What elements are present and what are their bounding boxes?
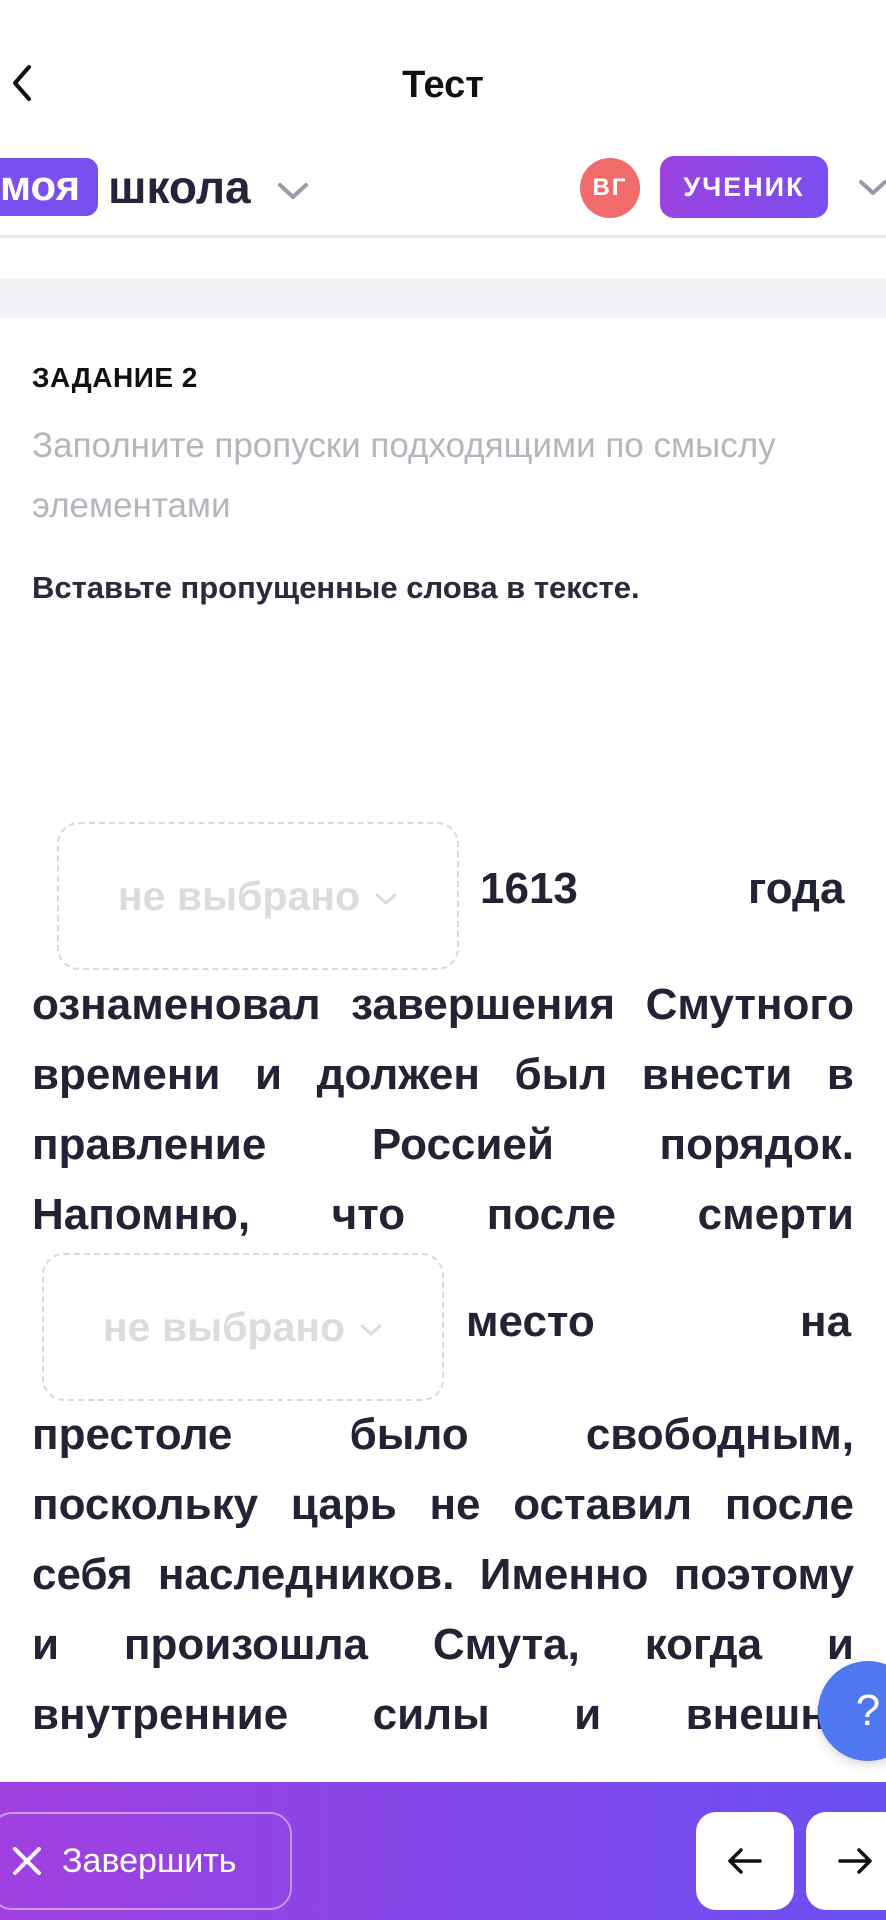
text-line: Напомню, что после смерти <box>32 1190 854 1240</box>
word: когда <box>644 1620 763 1669</box>
avatar[interactable]: ВГ <box>580 158 640 218</box>
text-line: себя наследников. Именно поэтому <box>32 1550 854 1600</box>
word: оставил <box>513 1480 693 1529</box>
word: на <box>800 1297 852 1346</box>
word: и <box>826 1620 854 1669</box>
word: в <box>826 1050 854 1099</box>
help-icon: ? <box>855 1686 881 1735</box>
word: силы <box>372 1690 490 1739</box>
role-badge[interactable]: УЧЕНИК <box>660 156 828 218</box>
word: место <box>466 1297 595 1346</box>
top-bar: Тест <box>0 0 886 150</box>
word: внутренние <box>32 1690 289 1739</box>
word: завершения <box>351 980 616 1029</box>
word: порядок. <box>659 1120 854 1169</box>
text-line: и произошла Смута, когда и <box>32 1620 854 1670</box>
word: 1613 <box>480 864 578 913</box>
word: и <box>255 1050 283 1099</box>
finish-button[interactable]: Завершить <box>0 1812 292 1910</box>
chevron-down-icon <box>375 893 397 905</box>
word: поскольку <box>32 1480 259 1529</box>
text-line: времени и должен был внести в <box>32 1050 854 1100</box>
word: поэтому <box>673 1550 854 1599</box>
word: и <box>32 1620 60 1669</box>
blank-dropdown-2[interactable]: не выбрано <box>42 1253 444 1401</box>
text-line: престоле было свободным, <box>32 1410 854 1460</box>
word: времени <box>32 1050 221 1099</box>
word: года <box>748 864 845 913</box>
word: Смутного <box>645 980 854 1029</box>
word: Россией <box>371 1120 554 1169</box>
word: что <box>331 1190 406 1239</box>
word: престоле <box>32 1410 233 1459</box>
word: смерти <box>697 1190 854 1239</box>
school-logo[interactable]: моя школа <box>0 158 309 216</box>
page-title: Тест <box>402 64 484 106</box>
section-gap <box>0 278 886 318</box>
word: не <box>429 1480 481 1529</box>
arrow-left-icon <box>728 1848 762 1874</box>
task-label: ЗАДАНИЕ 2 <box>32 362 198 393</box>
text-line: внутренние силы и внешни <box>32 1690 854 1740</box>
word: ознаменовал <box>32 980 321 1029</box>
word: Напомню, <box>32 1190 251 1239</box>
next-question-button[interactable] <box>806 1812 886 1910</box>
text-line: поскольку царь не оставил после <box>32 1480 854 1530</box>
word: был <box>514 1050 608 1099</box>
text-line: правление Россией порядок. <box>32 1120 854 1170</box>
word: после <box>486 1190 616 1239</box>
logo-shkola: школа <box>108 161 251 213</box>
word: должен <box>316 1050 480 1099</box>
word: царь <box>290 1480 397 1529</box>
dropdown-placeholder: не выбрано <box>102 1303 346 1350</box>
word: правление <box>32 1120 267 1169</box>
prev-question-button[interactable] <box>696 1812 794 1910</box>
word: произошла <box>123 1620 369 1669</box>
bottom-bar: Завершить <box>0 1782 886 1920</box>
logo-moya: моя <box>0 158 99 216</box>
task-prompt: Вставьте пропущенные слова в тексте. <box>32 570 640 605</box>
word: после <box>724 1480 854 1529</box>
blank-dropdown-1[interactable]: не выбрано <box>57 822 459 970</box>
chevron-down-icon <box>360 1324 382 1336</box>
finish-label: Завершить <box>62 1841 237 1880</box>
word: свободным, <box>585 1410 854 1459</box>
help-button[interactable]: ? <box>818 1661 886 1761</box>
word: и <box>574 1690 602 1739</box>
text-line: ознаменовал завершения Смутного <box>32 980 854 1030</box>
word: наследников. <box>157 1550 455 1599</box>
word: Смута, <box>432 1620 580 1669</box>
close-icon <box>13 1847 41 1875</box>
word: было <box>349 1410 469 1459</box>
word: внести <box>641 1050 793 1099</box>
dropdown-placeholder: не выбрано <box>117 872 361 919</box>
arrow-right-icon <box>838 1848 872 1874</box>
role-chevron-down-icon[interactable] <box>858 178 886 198</box>
chevron-down-icon <box>277 183 308 199</box>
header-divider <box>0 235 886 238</box>
word: Именно <box>479 1550 649 1599</box>
word: себя <box>32 1550 133 1599</box>
task-instruction: Заполните пропуски подходящими по смыслу… <box>32 426 776 525</box>
